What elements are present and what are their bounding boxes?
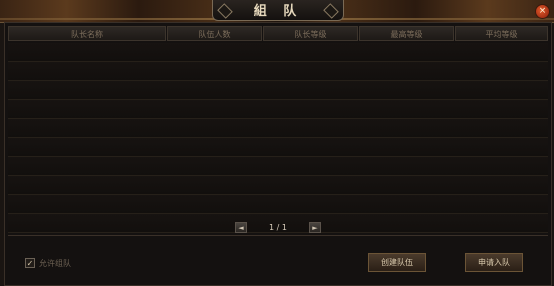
team-panel: 队长名称 队伍人数 队长等级 最高等级 平均等级 ◄ 1 / 1 ► ✓ 允许组…	[4, 22, 552, 286]
table-row[interactable]	[8, 81, 548, 100]
table-row[interactable]	[8, 100, 548, 119]
column-header-leader-name[interactable]: 队长名称	[8, 26, 166, 41]
close-button[interactable]: ×	[535, 4, 550, 19]
page-indicator: 1 / 1	[269, 223, 287, 232]
column-header-leader-level[interactable]: 队长等级	[263, 26, 358, 41]
table-row[interactable]	[8, 157, 548, 176]
apply-join-button[interactable]: 申请入队	[465, 253, 523, 272]
allow-team-toggle[interactable]: ✓ 允许组队	[25, 257, 71, 269]
next-page-button[interactable]: ►	[309, 222, 321, 233]
allow-team-checkbox[interactable]: ✓	[25, 258, 35, 268]
table-row[interactable]	[8, 119, 548, 138]
create-team-button[interactable]: 创建队伍	[368, 253, 426, 272]
table-header: 队长名称 队伍人数 队长等级 最高等级 平均等级	[8, 26, 548, 41]
table-row[interactable]	[8, 195, 548, 214]
team-list	[8, 43, 548, 235]
title-plate: 組 队	[212, 0, 344, 21]
table-row[interactable]	[8, 43, 548, 62]
column-header-highest-level[interactable]: 最高等级	[359, 26, 454, 41]
title-ornament-right	[323, 3, 339, 19]
table-row[interactable]	[8, 62, 548, 81]
pagination: ◄ 1 / 1 ►	[235, 222, 321, 234]
title-ornament-left	[217, 3, 233, 19]
column-header-average-level[interactable]: 平均等级	[455, 26, 548, 41]
allow-team-label: 允许组队	[39, 258, 71, 268]
prev-page-button[interactable]: ◄	[235, 222, 247, 233]
table-row[interactable]	[8, 138, 548, 157]
window-title: 組 队	[253, 4, 303, 19]
divider	[8, 235, 548, 236]
column-header-member-count[interactable]: 队伍人数	[167, 26, 262, 41]
table-row[interactable]	[8, 176, 548, 195]
